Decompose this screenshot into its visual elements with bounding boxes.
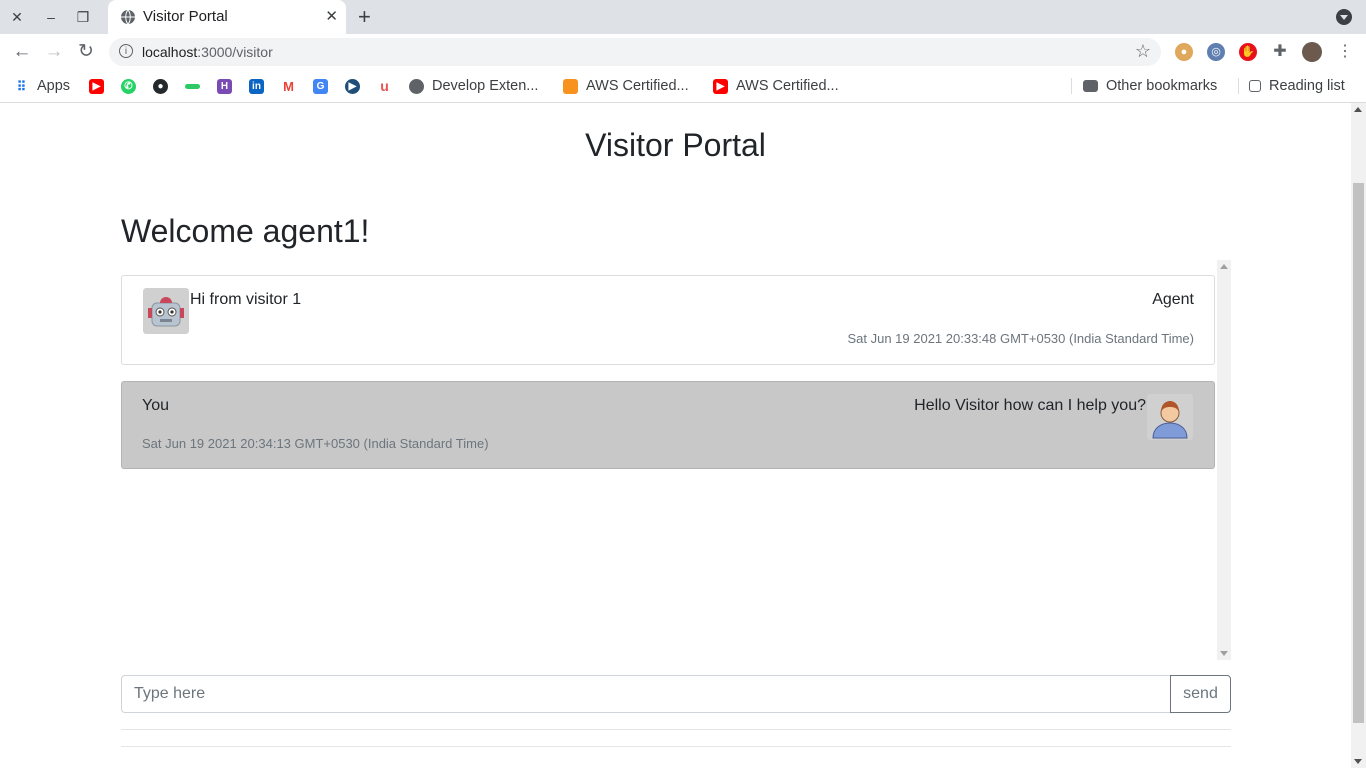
hackerrank-icon	[185, 83, 200, 89]
bookmarks-bar: ⠿ Apps ▶ ✆ ● H in M G ▶ u Develop Exten.…	[0, 70, 1366, 103]
bookmark-aws-certified-2[interactable]: ▶ AWS Certified...	[713, 76, 839, 96]
tab-search-icon[interactable]	[1336, 9, 1352, 25]
browser-tab[interactable]: Visitor Portal ✕	[108, 0, 346, 34]
aws-cube-icon	[563, 78, 578, 94]
chat-message-incoming: Hi from visitor 1 Agent Sat Jun 19 2021 …	[121, 275, 1215, 365]
bookmark-udemy[interactable]: u	[377, 76, 392, 96]
tab-strip: ✕ – ❐ Visitor Portal ✕ +	[0, 0, 1366, 34]
reading-list-label: Reading list	[1269, 78, 1345, 94]
robot-avatar-icon	[143, 288, 189, 334]
extensions-puzzle-icon[interactable]: ✚	[1271, 43, 1289, 61]
page-scrollbar[interactable]	[1351, 103, 1366, 768]
message-timestamp: Sat Jun 19 2021 20:33:48 GMT+0530 (India…	[847, 331, 1194, 346]
new-tab-icon[interactable]: +	[358, 4, 371, 30]
bookmark-gmail[interactable]: M	[281, 76, 296, 96]
browser-toolbar: ← → ↻ i localhost:3000/visitor ☆ ● ◎ ✋ ✚…	[0, 34, 1366, 70]
translate-icon: G	[313, 78, 328, 94]
message-text: Hello Visitor how can I help you?	[914, 397, 1146, 414]
forward-icon[interactable]: →	[43, 41, 65, 63]
bookmark-label: AWS Certified...	[736, 78, 839, 94]
globe-icon	[121, 9, 135, 25]
tab-title: Visitor Portal	[143, 8, 228, 25]
scrollbar-thumb[interactable]	[1353, 183, 1364, 723]
other-bookmarks-label: Other bookmarks	[1106, 78, 1218, 94]
message-sender: Agent	[1152, 291, 1194, 308]
gmail-icon: M	[281, 78, 296, 94]
reading-list-icon	[1249, 80, 1261, 92]
user-avatar-icon	[1147, 394, 1193, 440]
window-close-icon[interactable]: ✕	[8, 8, 26, 26]
back-icon[interactable]: ←	[11, 41, 33, 63]
page-title: Visitor Portal	[585, 127, 766, 163]
bookmark-hackerrank[interactable]	[185, 76, 200, 96]
window-minimize-icon[interactable]: –	[42, 8, 60, 26]
reload-icon[interactable]: ↻	[75, 41, 97, 63]
chat-messages[interactable]: Hi from visitor 1 Agent Sat Jun 19 2021 …	[121, 260, 1231, 660]
play-circle-icon: ▶	[345, 78, 360, 94]
bookmark-apps[interactable]: ⠿ Apps	[14, 76, 70, 96]
site-info-icon[interactable]: i	[119, 44, 133, 58]
message-text: Hi from visitor 1	[190, 291, 302, 308]
bookmark-play[interactable]: ▶	[345, 76, 360, 96]
message-timestamp: Sat Jun 19 2021 20:34:13 GMT+0530 (India…	[142, 436, 489, 451]
divider	[121, 746, 1231, 747]
apps-grid-icon: ⠿	[16, 78, 27, 94]
chat-scrollbar[interactable]	[1217, 260, 1231, 660]
bookmark-star-icon[interactable]: ☆	[1135, 41, 1151, 62]
bookmark-youtube[interactable]: ▶	[89, 76, 104, 96]
github-icon: ●	[153, 78, 168, 94]
tab-close-icon[interactable]: ✕	[325, 7, 338, 25]
message-composer: send	[121, 675, 1231, 713]
h-letter-icon: H	[217, 78, 232, 94]
bookmark-h[interactable]: H	[217, 76, 232, 96]
bookmark-aws-certified-1[interactable]: AWS Certified...	[563, 76, 689, 96]
bookmark-label: Develop Exten...	[432, 78, 539, 94]
whatsapp-icon: ✆	[121, 78, 136, 94]
message-sender: You	[142, 397, 169, 414]
bookmarks-divider	[1238, 78, 1239, 94]
bookmarks-divider	[1071, 78, 1072, 94]
other-bookmarks[interactable]: Other bookmarks	[1083, 76, 1217, 96]
bookmark-label: Apps	[37, 78, 71, 94]
address-bar[interactable]: i localhost:3000/visitor ☆	[109, 38, 1161, 66]
reading-list[interactable]: Reading list	[1249, 76, 1345, 96]
send-button[interactable]: send	[1170, 675, 1231, 713]
chat-message-outgoing: You Hello Visitor how can I help you? Sa…	[121, 381, 1215, 469]
glasses-extension-icon[interactable]: ◎	[1207, 43, 1225, 61]
browser-menu-icon[interactable]: ⋮	[1336, 43, 1354, 61]
profile-avatar-icon[interactable]	[1302, 42, 1322, 62]
bookmark-whatsapp[interactable]: ✆	[121, 76, 136, 96]
url-text[interactable]: localhost:3000/visitor	[142, 44, 273, 60]
hand-extension-icon[interactable]: ✋	[1239, 43, 1257, 61]
udemy-icon: u	[377, 78, 392, 94]
youtube-icon: ▶	[713, 78, 728, 94]
scroll-up-icon[interactable]	[1220, 264, 1228, 269]
cookie-extension-icon[interactable]: ●	[1175, 43, 1193, 61]
url-path: :3000/visitor	[197, 44, 273, 60]
bookmark-translate[interactable]: G	[313, 76, 328, 96]
message-input[interactable]	[121, 675, 1171, 713]
scroll-up-icon[interactable]	[1354, 107, 1362, 112]
bookmark-github[interactable]: ●	[153, 76, 168, 96]
linkedin-icon: in	[249, 78, 264, 94]
scroll-down-icon[interactable]	[1220, 651, 1228, 656]
youtube-icon: ▶	[89, 78, 104, 94]
globe-icon	[409, 78, 424, 94]
bookmark-label: AWS Certified...	[586, 78, 689, 94]
bookmark-linkedin[interactable]: in	[249, 76, 264, 96]
window-restore-icon[interactable]: ❐	[74, 8, 92, 26]
scroll-down-icon[interactable]	[1354, 759, 1362, 764]
divider	[121, 729, 1231, 730]
url-host: localhost	[142, 44, 198, 60]
welcome-heading: Welcome agent1!	[121, 213, 370, 249]
folder-icon	[1083, 80, 1098, 92]
page-content: Visitor Portal Welcome agent1! Hi from v…	[0, 103, 1351, 768]
bookmark-develop-extensions[interactable]: Develop Exten...	[409, 76, 538, 96]
